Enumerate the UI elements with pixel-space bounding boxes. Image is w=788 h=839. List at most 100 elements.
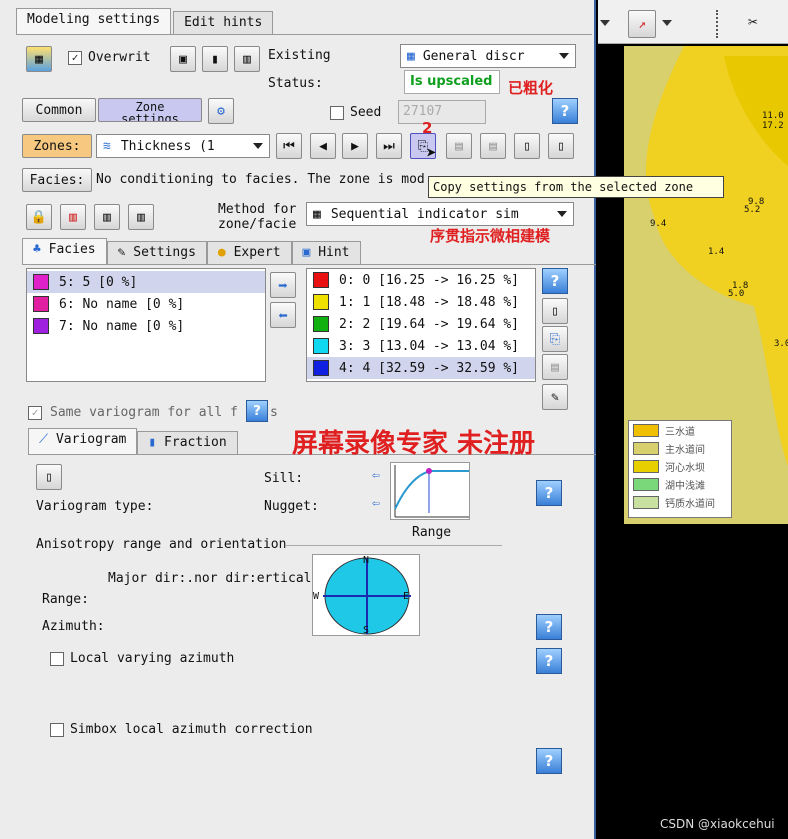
sort-icon[interactable]: ▥: [60, 204, 86, 230]
sill-arrow-icon[interactable]: ⇦: [372, 468, 380, 484]
legend-swatch: [633, 441, 659, 455]
zone-settings-button[interactable]: Zone settings: [98, 98, 202, 122]
new-page-icon[interactable]: ▯: [514, 133, 540, 159]
histogram-icon[interactable]: ▮: [202, 46, 228, 72]
arrow-tool-icon[interactable]: ↗: [628, 10, 656, 38]
lock-icon[interactable]: 🔒: [26, 204, 52, 230]
facies-button[interactable]: Facies:: [22, 168, 92, 192]
next-icon[interactable]: ▶: [342, 133, 368, 159]
help-button[interactable]: ?: [542, 268, 568, 294]
paste-doc-icon[interactable]: ▤: [542, 354, 568, 380]
edit-icon[interactable]: ✎: [542, 384, 568, 410]
list-item[interactable]: 7: No name [0 %]: [27, 315, 265, 337]
top-tabs: Modeling settings Edit hints: [16, 8, 274, 35]
network-icon[interactable]: ⚙: [208, 98, 234, 124]
color-swatch: [313, 272, 329, 288]
tab-hint[interactable]: ▣ Hint: [291, 241, 361, 265]
list-item[interactable]: 1: 1 [18.48 -> 18.48 %]: [307, 291, 535, 313]
list-item[interactable]: 0: 0 [16.25 -> 16.25 %]: [307, 269, 535, 291]
status-value: Is upscaled: [410, 74, 493, 89]
list-item[interactable]: 5: 5 [0 %]: [27, 271, 265, 293]
tab-edit-hints[interactable]: Edit hints: [173, 11, 274, 35]
map-label: 17.2: [762, 121, 784, 131]
legend-item: 湖中浅滩: [629, 475, 731, 493]
anisotropy-label: Anisotropy range and orientation: [36, 537, 287, 552]
tab-fraction[interactable]: ▮ Fraction: [137, 431, 238, 455]
compass-w: W: [313, 591, 320, 602]
toolbar-grip-icon: [716, 10, 722, 38]
help-button[interactable]: ?: [536, 614, 562, 640]
help-button[interactable]: ?: [552, 98, 578, 124]
nugget-arrow-icon[interactable]: ⇦: [372, 496, 380, 512]
zones-button[interactable]: Zones:: [22, 134, 92, 158]
tab-settings[interactable]: ✎ Settings: [106, 241, 207, 265]
toolbar-dropdown-icon[interactable]: [662, 20, 672, 26]
list-item[interactable]: 3: 3 [13.04 -> 13.04 %]: [307, 335, 535, 357]
legend-item: 钙质水道间: [629, 493, 731, 511]
help-button[interactable]: ?: [246, 400, 268, 422]
first-icon[interactable]: ⏮: [276, 133, 302, 159]
facies-chart-icon[interactable]: ▥: [94, 204, 120, 230]
color-swatch: [33, 296, 49, 312]
help-button[interactable]: ?: [536, 748, 562, 774]
tab-expert[interactable]: ● Expert: [206, 241, 292, 265]
discrete-combo[interactable]: ▦ General discr: [400, 44, 576, 68]
hint-tab-icon: ▣: [302, 245, 311, 260]
local-azimuth-checkbox[interactable]: [50, 652, 64, 666]
list-item[interactable]: 2: 2 [19.64 -> 19.64 %]: [307, 313, 535, 335]
variogram-tabs: ⟋ Variogram ▮ Fraction: [28, 428, 238, 455]
zone-settings-label: Zone settings: [121, 100, 179, 122]
legend-swatch: [633, 477, 659, 491]
tab-variogram[interactable]: ⟋ Variogram: [28, 428, 138, 454]
new-variogram-icon[interactable]: ▯: [36, 464, 62, 490]
legend-item: 河心水坝: [629, 457, 731, 475]
zone-combo[interactable]: ≋ Thickness (1: [96, 134, 270, 158]
property-icon[interactable]: ▣: [170, 46, 196, 72]
help-button[interactable]: ?: [536, 648, 562, 674]
cut-icon[interactable]: ✂: [748, 14, 758, 30]
facies-tab-icon: ♣: [33, 242, 41, 257]
overwrite-checkbox[interactable]: ✓: [68, 51, 82, 65]
status-label: Status:: [268, 76, 323, 91]
help-button[interactable]: ?: [536, 480, 562, 506]
anisotropy-separator: [286, 545, 502, 546]
chevron-down-icon: [253, 143, 263, 149]
method-combo[interactable]: ▦ Sequential indicator sim: [306, 202, 574, 226]
copy-doc-icon[interactable]: ⎘: [542, 326, 568, 352]
list-item[interactable]: 4: 4 [32.59 -> 32.59 %]: [307, 357, 535, 379]
left-facies-list[interactable]: 5: 5 [0 %] 6: No name [0 %] 7: No name […: [26, 268, 266, 382]
background-toolbar: ↗ ✂: [598, 0, 788, 44]
tab-facies[interactable]: ♣ Facies: [22, 238, 107, 264]
list-item[interactable]: 6: No name [0 %]: [27, 293, 265, 315]
chevron-down-icon: [559, 53, 569, 59]
variogram-tab-icon: ⟋: [39, 432, 49, 447]
prev-icon[interactable]: ◀: [310, 133, 336, 159]
seed-input[interactable]: 27107: [398, 100, 486, 124]
local-azimuth-label: Local varying azimuth: [70, 651, 235, 666]
bar-chart-icon[interactable]: ▥: [128, 204, 154, 230]
seed-checkbox[interactable]: [330, 106, 344, 120]
tab-modeling-settings[interactable]: Modeling settings: [16, 8, 172, 34]
tab-body-border: [16, 34, 592, 35]
arrow-right-icon[interactable]: ➡: [270, 272, 296, 298]
simbox-checkbox[interactable]: [50, 723, 64, 737]
chart-icon[interactable]: ▥: [234, 46, 260, 72]
right-facies-list[interactable]: 0: 0 [16.25 -> 16.25 %] 1: 1 [18.48 -> 1…: [306, 268, 536, 382]
model-icon[interactable]: ▦: [26, 46, 52, 72]
paste-icon[interactable]: ▤: [446, 133, 472, 159]
facies-message: No conditioning to facies. The zone is m…: [96, 172, 425, 187]
arrow-left-icon[interactable]: ⬅: [270, 302, 296, 328]
toolbar-dropdown-icon[interactable]: [600, 20, 610, 26]
compass[interactable]: N S E W: [312, 554, 420, 636]
pages-icon[interactable]: ▯: [548, 133, 574, 159]
nugget-label: Nugget:: [264, 499, 319, 514]
map-label: 9.8: [748, 197, 765, 207]
new-doc-icon[interactable]: ▯: [542, 298, 568, 324]
paste-all-icon[interactable]: ▤: [480, 133, 506, 159]
seed-label: Seed: [350, 105, 382, 120]
fraction-tab-icon: ▮: [148, 435, 157, 450]
last-icon[interactable]: ⏭: [376, 133, 402, 159]
same-variogram-checkbox[interactable]: ✓: [28, 406, 42, 420]
common-button[interactable]: Common: [22, 98, 96, 122]
direction-labels: Major dir:.nor dir:ertical: [108, 571, 312, 586]
